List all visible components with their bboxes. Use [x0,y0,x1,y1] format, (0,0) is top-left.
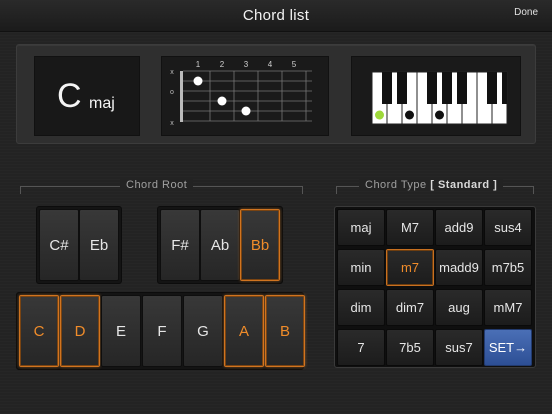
chord-root-label: Chord Root [120,179,194,191]
chord-type-label: Chord Type [365,179,427,191]
type-sus7[interactable]: sus7 [435,329,483,366]
key-d[interactable]: D [60,295,100,367]
type-dim7[interactable]: dim7 [386,289,434,326]
fret-number: 1 [196,60,201,69]
type-min[interactable]: min [337,249,385,286]
type-aug[interactable]: aug [435,289,483,326]
black-keys [382,72,507,104]
note-dot [405,110,414,120]
fret-number: 5 [292,60,297,69]
type-m7-major[interactable]: M7 [386,209,434,246]
sharp-keys-right: F# Ab Bb [157,206,283,284]
fret-number: 4 [268,60,273,69]
key-c-sharp[interactable]: C# [39,209,79,281]
key-c[interactable]: C [19,295,59,367]
key-g[interactable]: G [183,295,223,367]
guitar-diagram: 1 2 3 4 5 x o x [161,56,329,136]
key-b[interactable]: B [265,295,305,367]
chord-type-text: maj [89,95,115,112]
chord-type-grid: maj M7 add9 sus4 min m7 madd9 m7b5 dim d… [334,206,536,368]
page-title: Chord list [242,7,310,24]
type-madd9[interactable]: madd9 [435,249,483,286]
chord-display-panel: C maj 1 2 3 4 5 x o x [16,44,536,144]
type-maj[interactable]: maj [337,209,385,246]
natural-keys: C D E F G A B [16,292,305,370]
chord-type-mode[interactable]: [ Standard ] [430,179,497,191]
string-mark: o [170,89,174,96]
type-7[interactable]: 7 [337,329,385,366]
guitar-fretboard: 1 2 3 4 5 x o x [170,60,312,127]
key-e-flat[interactable]: Eb [79,209,119,281]
chord-root-text: C [57,77,82,115]
key-a[interactable]: A [224,295,264,367]
done-button[interactable]: Done [514,7,538,18]
type-7b5[interactable]: 7b5 [386,329,434,366]
key-e[interactable]: E [101,295,141,367]
key-f-sharp[interactable]: F# [160,209,200,281]
key-f[interactable]: F [142,295,182,367]
chord-name-display: C maj [34,56,140,136]
title-bar: Chord list Done [0,0,552,32]
fret-number: 2 [220,60,225,69]
type-mm7[interactable]: mM7 [484,289,532,326]
type-add9[interactable]: add9 [435,209,483,246]
key-b-flat[interactable]: Bb [240,209,280,281]
key-a-flat[interactable]: Ab [200,209,240,281]
guitar-frets [209,71,307,121]
note-dot-root [375,110,384,120]
guitar-nut [180,71,183,122]
sharp-keys-left: C# Eb [36,206,122,284]
finger-dot [193,76,203,86]
piano-diagram [351,56,521,136]
string-mark: x [170,69,174,76]
set-button[interactable]: SET→ [484,329,532,366]
type-sus4[interactable]: sus4 [484,209,532,246]
note-dot [435,110,444,120]
chord-type-label-wrap: Chord Type [ Standard ] [359,179,504,191]
fret-number: 3 [244,60,249,69]
piano-keyboard [371,71,508,125]
type-m7[interactable]: m7 [386,249,434,286]
finger-dot [217,96,227,106]
type-m7b5[interactable]: m7b5 [484,249,532,286]
type-dim[interactable]: dim [337,289,385,326]
string-mark: x [170,120,174,127]
finger-dot [241,106,251,116]
